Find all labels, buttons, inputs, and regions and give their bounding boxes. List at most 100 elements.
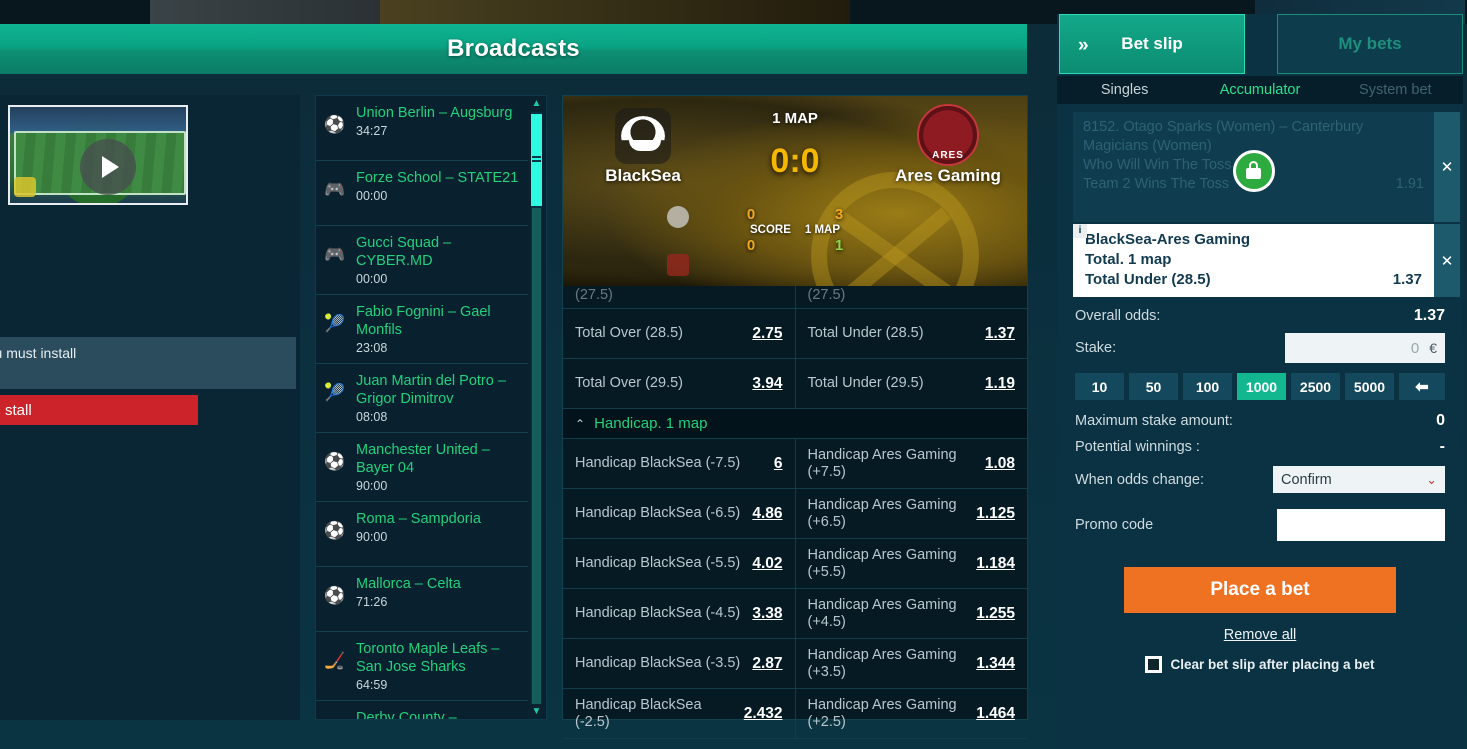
list-item[interactable]: ⚽Derby County – Birmingham City10:54	[316, 701, 529, 719]
install-flash-button[interactable]: stall	[0, 395, 198, 425]
scroll-up-arrow-icon[interactable]: ▲	[530, 97, 543, 110]
match-name: Gucci Squad – CYBER.MD	[356, 235, 452, 269]
max-stake-label: Maximum stake amount:	[1075, 413, 1233, 429]
flash-player-title: sh Player	[0, 313, 212, 334]
clear-slip-checkbox[interactable]	[1145, 656, 1163, 673]
overall-odds-label: Overall odds:	[1075, 308, 1161, 324]
currency-symbol: €	[1429, 340, 1437, 356]
overall-odds-value: 1.37	[1413, 307, 1445, 324]
odds-row: Handicap BlackSea (-5.5) 4.02 Handicap Are…	[563, 539, 1027, 589]
subtab-system-bet[interactable]: System bet	[1328, 76, 1463, 104]
match-hero-banner: BlackSea ARES Ares Gaming 1 MAP 0:0 0 3 …	[563, 96, 1027, 286]
odds-cell[interactable]: Handicap BlackSea (-5.5) 4.02	[563, 539, 796, 588]
video-thumbnail[interactable]	[8, 105, 188, 205]
stat-col2-header: 1 MAP	[804, 224, 841, 236]
list-item[interactable]: ⚽ Mallorca – Celta 71:26	[316, 567, 529, 632]
total-odds-rows: Total Over (28.5) 2.75 Total Under (28.5) 1…	[563, 309, 1027, 409]
stake-chip-5000[interactable]: 5000	[1345, 373, 1394, 400]
list-item[interactable]: 🎮 Forze School – STATE21 00:00	[316, 161, 529, 226]
match-time: 90:00	[356, 530, 388, 544]
odds-cell[interactable]: Handicap BlackSea (-6.5) 4.86	[563, 489, 796, 538]
odds-cell[interactable]: (27.5)	[563, 286, 796, 308]
odds-cell[interactable]: Handicap Ares Gaming (+7.5) 1.08	[796, 439, 1028, 488]
tab-bet-slip[interactable]: » Bet slip	[1059, 14, 1245, 74]
odds-cell[interactable]: Handicap BlackSea (-3.5) 2.87	[563, 639, 796, 688]
odds-value: 1.464	[976, 704, 1015, 722]
odds-cell[interactable]: Handicap BlackSea (-7.5) 6	[563, 439, 796, 488]
max-stake-value: 0	[1436, 412, 1445, 429]
odds-cell[interactable]: Handicap Ares Gaming (+5.5) 1.184	[796, 539, 1028, 588]
odds-cell[interactable]: Handicap BlackSea (-4.5) 3.38	[563, 589, 796, 638]
stake-chip-1000[interactable]: 1000	[1237, 373, 1286, 400]
odds-cell[interactable]: Handicap Ares Gaming (+6.5) 1.125	[796, 489, 1028, 538]
arrow-left-icon[interactable]: ⬅	[1399, 373, 1445, 400]
place-bet-button[interactable]: Place a bet	[1124, 567, 1396, 613]
odds-table: (27.5) (27.5) Total Over (28.5) 2.75 Total…	[563, 286, 1027, 739]
broadcasts-header: Broadcasts	[0, 24, 1027, 74]
double-chevron-right-icon[interactable]: »	[1078, 35, 1089, 57]
list-item[interactable]: 🏒 Toronto Maple Leafs – San Jose Sharks 64…	[316, 632, 529, 701]
odds-cell[interactable]: Handicap Ares Gaming (+3.5) 1.344	[796, 639, 1028, 688]
bet-slip-item-locked: i 8152. Otago Sparks (Women) – Canterbur…	[1073, 112, 1460, 222]
top-photo-1	[150, 0, 380, 24]
active-bet-selection-row: Total Under (28.5) 1.37	[1085, 271, 1422, 288]
stake-chip-2500[interactable]: 2500	[1291, 373, 1340, 400]
stake-input[interactable]: 0 €	[1285, 333, 1445, 363]
stake-chip-100[interactable]: 100	[1183, 373, 1232, 400]
odds-label: Handicap Ares Gaming (+7.5)	[807, 446, 957, 480]
locked-bet-line1: 8152. Otago Sparks (Women) – Canterbury	[1083, 119, 1364, 135]
list-item[interactable]: 🎮 Gucci Squad – CYBER.MD 00:00	[316, 226, 529, 295]
promo-code-input[interactable]	[1277, 509, 1445, 541]
match-name: Juan Martin del Potro – Grigor Dimitrov	[356, 373, 506, 407]
potential-winnings-row: Potential winnings : -	[1057, 434, 1463, 460]
list-item[interactable]: 🎾 Fabio Fognini – Gael Monfils 23:08	[316, 295, 529, 364]
list-item[interactable]: ⚽ Manchester United – Bayer 04 90:00	[316, 433, 529, 502]
odds-cell[interactable]: Handicap Ares Gaming (+2.5) 1.464	[796, 689, 1028, 738]
match-name: Manchester United – Bayer 04	[356, 442, 490, 476]
handicap-section-header[interactable]: ⌃ Handicap. 1 map	[563, 409, 1027, 439]
odds-label: Handicap Ares Gaming (+2.5)	[807, 696, 957, 730]
odds-cell[interactable]: Total Under (28.5) 1.37	[796, 309, 1028, 358]
list-item[interactable]: ⚽ Roma – Sampdoria 90:00	[316, 502, 529, 567]
odds-cell[interactable]: Total Over (28.5) 2.75	[563, 309, 796, 358]
flash-msg-post: you must install	[0, 345, 77, 361]
stake-chip-10[interactable]: 10	[1075, 373, 1124, 400]
scroll-down-arrow-icon[interactable]: ▼	[530, 705, 543, 718]
remove-bet-button[interactable]: ✕	[1434, 112, 1460, 222]
match-name: Toronto Maple Leafs – San Jose Sharks	[356, 641, 500, 675]
odds-cell[interactable]: (27.5)	[796, 286, 1028, 308]
stat-col1-header: SCORE	[749, 224, 791, 236]
match-name: Union Berlin – Augsburg	[356, 105, 513, 121]
play-icon[interactable]	[80, 139, 136, 195]
stake-chip-50[interactable]: 50	[1129, 373, 1178, 400]
odds-row: Handicap BlackSea (-3.5) 2.87 Handicap Are…	[563, 639, 1027, 689]
subtab-singles[interactable]: Singles	[1057, 76, 1192, 104]
info-icon[interactable]: i	[1073, 224, 1087, 238]
active-bet-market: Total. 1 map	[1085, 251, 1172, 268]
odds-value: 3.38	[752, 604, 783, 622]
odds-label: Total Under (29.5)	[807, 375, 924, 391]
remove-all-link[interactable]: Remove all	[1224, 627, 1297, 643]
odds-cell[interactable]: Total Over (29.5) 3.94	[563, 359, 796, 408]
stake-row: Stake: 0 €	[1057, 329, 1463, 367]
caret-up-icon[interactable]: ⌃	[575, 417, 585, 431]
remove-bet-button[interactable]: ✕	[1434, 224, 1460, 297]
odds-label: Total Under (28.5)	[807, 325, 924, 341]
list-item[interactable]: ⚽ Union Berlin – Augsburg 34:27	[316, 96, 529, 161]
subtab-accumulator[interactable]: Accumulator	[1192, 76, 1327, 104]
list-item[interactable]: 🎾 Juan Martin del Potro – Grigor Dimitrov…	[316, 364, 529, 433]
active-bet-odds: 1.37	[1392, 271, 1422, 288]
match-time: 71:26	[356, 595, 388, 609]
match-list-scrollbar[interactable]: ▲ ▼	[528, 96, 545, 719]
odds-label: Handicap BlackSea (-3.5)	[575, 655, 741, 671]
odds-cell[interactable]: Handicap BlackSea (-2.5) 2.432	[563, 689, 796, 738]
chevron-down-icon[interactable]: ⌄	[1426, 472, 1437, 488]
bet-slip-item-active: i BlackSea-Ares Gaming Total. 1 map Tota…	[1073, 224, 1460, 297]
odds-value: 1.19	[984, 374, 1015, 392]
odds-cell[interactable]: Handicap Ares Gaming (+4.5) 1.255	[796, 589, 1028, 638]
match-list-scroll[interactable]: ⚽ Union Berlin – Augsburg 34:27 🎮 Forze Scho…	[316, 96, 529, 719]
odds-change-select[interactable]: Confirm ⌄	[1273, 466, 1445, 493]
odds-cell[interactable]: Total Under (29.5) 1.19	[796, 359, 1028, 408]
tab-my-bets[interactable]: My bets	[1277, 14, 1463, 74]
locked-bet-content: 8152. Otago Sparks (Women) – Canterbury …	[1073, 112, 1434, 222]
